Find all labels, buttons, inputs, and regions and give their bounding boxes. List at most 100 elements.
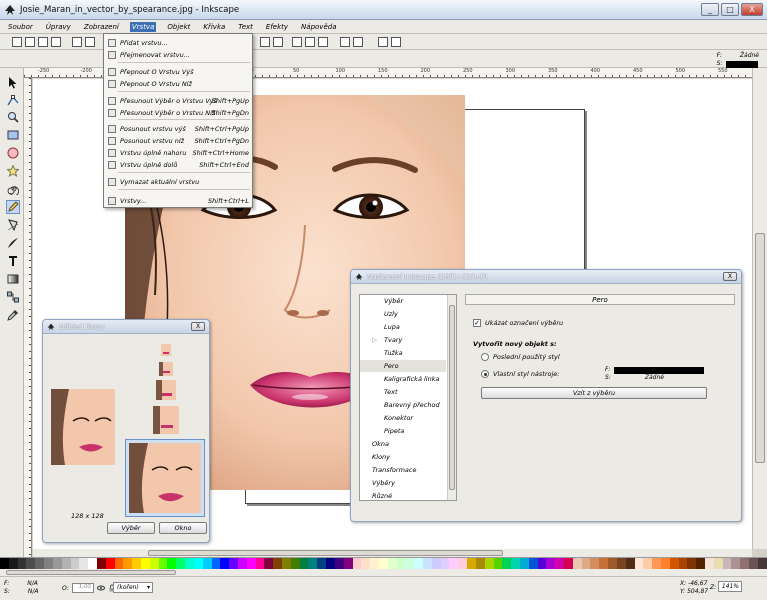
undo-icon[interactable] <box>260 37 270 47</box>
palette-scrollbar-thumb[interactable] <box>6 570 176 575</box>
eye-icon[interactable] <box>96 584 105 592</box>
palette-swatch[interactable] <box>370 558 379 569</box>
palette-swatch[interactable] <box>555 558 564 569</box>
palette-swatch[interactable] <box>273 558 282 569</box>
vertical-scrollbar[interactable] <box>752 68 767 549</box>
save-icon[interactable] <box>38 37 48 47</box>
palette-swatch[interactable] <box>564 558 573 569</box>
palette-swatch[interactable] <box>511 558 520 569</box>
palette-swatch[interactable] <box>246 558 256 569</box>
layer-menu-item[interactable]: Posunout vrstvu výš Shift+Ctrl+PgUp <box>104 123 252 134</box>
palette-swatch[interactable] <box>308 558 318 569</box>
pen-tool-icon[interactable] <box>6 218 20 232</box>
menu-item[interactable]: Zobrazení <box>82 22 121 32</box>
palette-swatch[interactable] <box>334 558 344 569</box>
palette-swatch[interactable] <box>414 558 423 569</box>
horizontal-scrollbar[interactable] <box>33 549 752 557</box>
layer-menu-item[interactable]: Posunout vrstvu níž Shift+Ctrl+PgDn <box>104 135 252 146</box>
palette-swatch[interactable] <box>149 558 159 569</box>
palette-swatch[interactable] <box>740 558 750 569</box>
palette-swatch[interactable] <box>132 558 141 569</box>
palette-swatch[interactable] <box>669 558 679 569</box>
preview-thumb-24[interactable] <box>159 362 173 376</box>
opacity-field[interactable]: 1,00 <box>71 583 94 593</box>
palette-swatch[interactable] <box>687 558 697 569</box>
palette-swatch[interactable] <box>634 558 644 569</box>
preferences-tree-item[interactable]: Transformace <box>360 464 446 476</box>
horizontal-scrollbar-thumb[interactable] <box>148 550 503 556</box>
palette-swatch[interactable] <box>528 558 538 569</box>
spiral-tool-icon[interactable] <box>6 182 20 196</box>
layer-menu-item[interactable]: Přesunout Výběr o Vrstvu Níž Shift+PgDn <box>104 107 252 118</box>
palette-swatch[interactable] <box>326 558 335 569</box>
layer-menu-item[interactable]: Vymazat aktuální vrstvu <box>104 176 252 187</box>
show-selection-cue-checkbox[interactable]: ✓ <box>473 319 481 327</box>
palette-swatch[interactable] <box>660 558 670 569</box>
palette-swatch[interactable] <box>572 558 582 569</box>
palette-swatch[interactable] <box>519 558 529 569</box>
palette-swatch[interactable] <box>352 558 362 569</box>
palette-swatch[interactable] <box>255 558 265 569</box>
color-palette[interactable] <box>0 557 767 569</box>
preferences-tree-item[interactable]: Tužka <box>360 347 446 359</box>
star-tool-icon[interactable] <box>6 164 20 178</box>
palette-swatch[interactable] <box>141 558 150 569</box>
palette-swatch[interactable] <box>405 558 415 569</box>
palette-swatch[interactable] <box>678 558 688 569</box>
palette-swatch[interactable] <box>299 558 309 569</box>
preferences-tree-scrollbar-thumb[interactable] <box>449 305 455 490</box>
print-icon[interactable] <box>51 37 61 47</box>
export-icon[interactable] <box>85 37 95 47</box>
preferences-tree-item[interactable]: Kaligrafická linka <box>360 373 446 385</box>
layer-menu-item[interactable]: Přepnout O Vrstvu Výš <box>104 66 252 77</box>
palette-swatch[interactable] <box>26 558 36 569</box>
palette-swatch[interactable] <box>220 558 230 569</box>
preview-thumb-16[interactable] <box>161 344 171 356</box>
palette-swatch[interactable] <box>493 558 503 569</box>
palette-swatch[interactable] <box>713 558 723 569</box>
minimize-button[interactable]: _ <box>701 3 719 16</box>
palette-swatch[interactable] <box>237 558 247 569</box>
last-used-style-radio[interactable] <box>481 353 489 361</box>
paste-icon[interactable] <box>318 37 328 47</box>
zoom-selection-icon[interactable] <box>340 37 350 47</box>
palette-swatch[interactable] <box>608 558 617 569</box>
palette-swatch[interactable] <box>202 558 212 569</box>
palette-swatch[interactable] <box>502 558 512 569</box>
palette-swatch[interactable] <box>8 558 18 569</box>
palette-swatch[interactable] <box>105 558 115 569</box>
palette-swatch[interactable] <box>475 558 485 569</box>
palette-swatch[interactable] <box>731 558 741 569</box>
icon-preview-close-button[interactable]: X <box>191 322 205 331</box>
palette-swatch[interactable] <box>176 558 186 569</box>
new-document-icon[interactable] <box>12 37 22 47</box>
preferences-tree-item[interactable]: Výběry <box>360 477 446 489</box>
palette-swatch[interactable] <box>537 558 547 569</box>
preferences-tree-scrollbar[interactable] <box>447 295 456 500</box>
selector-tool-icon[interactable] <box>6 76 20 90</box>
layer-menu-item[interactable]: Přejmenovat vrstvu... <box>104 49 252 60</box>
palette-swatch[interactable] <box>290 558 300 569</box>
palette-swatch[interactable] <box>79 558 89 569</box>
zoom-tool-icon[interactable] <box>6 110 20 124</box>
calligraphy-tool-icon[interactable] <box>6 236 20 250</box>
palette-swatch[interactable] <box>193 558 203 569</box>
palette-swatch[interactable] <box>211 558 221 569</box>
preferences-tree-item[interactable]: Uzly <box>360 308 446 320</box>
palette-swatch[interactable] <box>757 558 767 569</box>
copy-icon[interactable] <box>292 37 302 47</box>
palette-swatch[interactable] <box>458 558 468 569</box>
palette-swatch[interactable] <box>749 558 758 569</box>
palette-swatch[interactable] <box>467 558 476 569</box>
palette-swatch[interactable] <box>282 558 291 569</box>
palette-swatch[interactable] <box>616 558 626 569</box>
palette-swatch[interactable] <box>652 558 661 569</box>
pencil-tool-icon[interactable] <box>6 200 20 214</box>
menu-item[interactable]: Vrstva <box>129 21 157 32</box>
palette-swatch[interactable] <box>423 558 432 569</box>
stroke-swatch[interactable] <box>726 60 759 68</box>
preferences-tree-item[interactable]: Konektor <box>360 412 446 424</box>
menu-item[interactable]: Křivka <box>201 22 227 32</box>
palette-swatch[interactable] <box>581 558 591 569</box>
redo-icon[interactable] <box>273 37 283 47</box>
